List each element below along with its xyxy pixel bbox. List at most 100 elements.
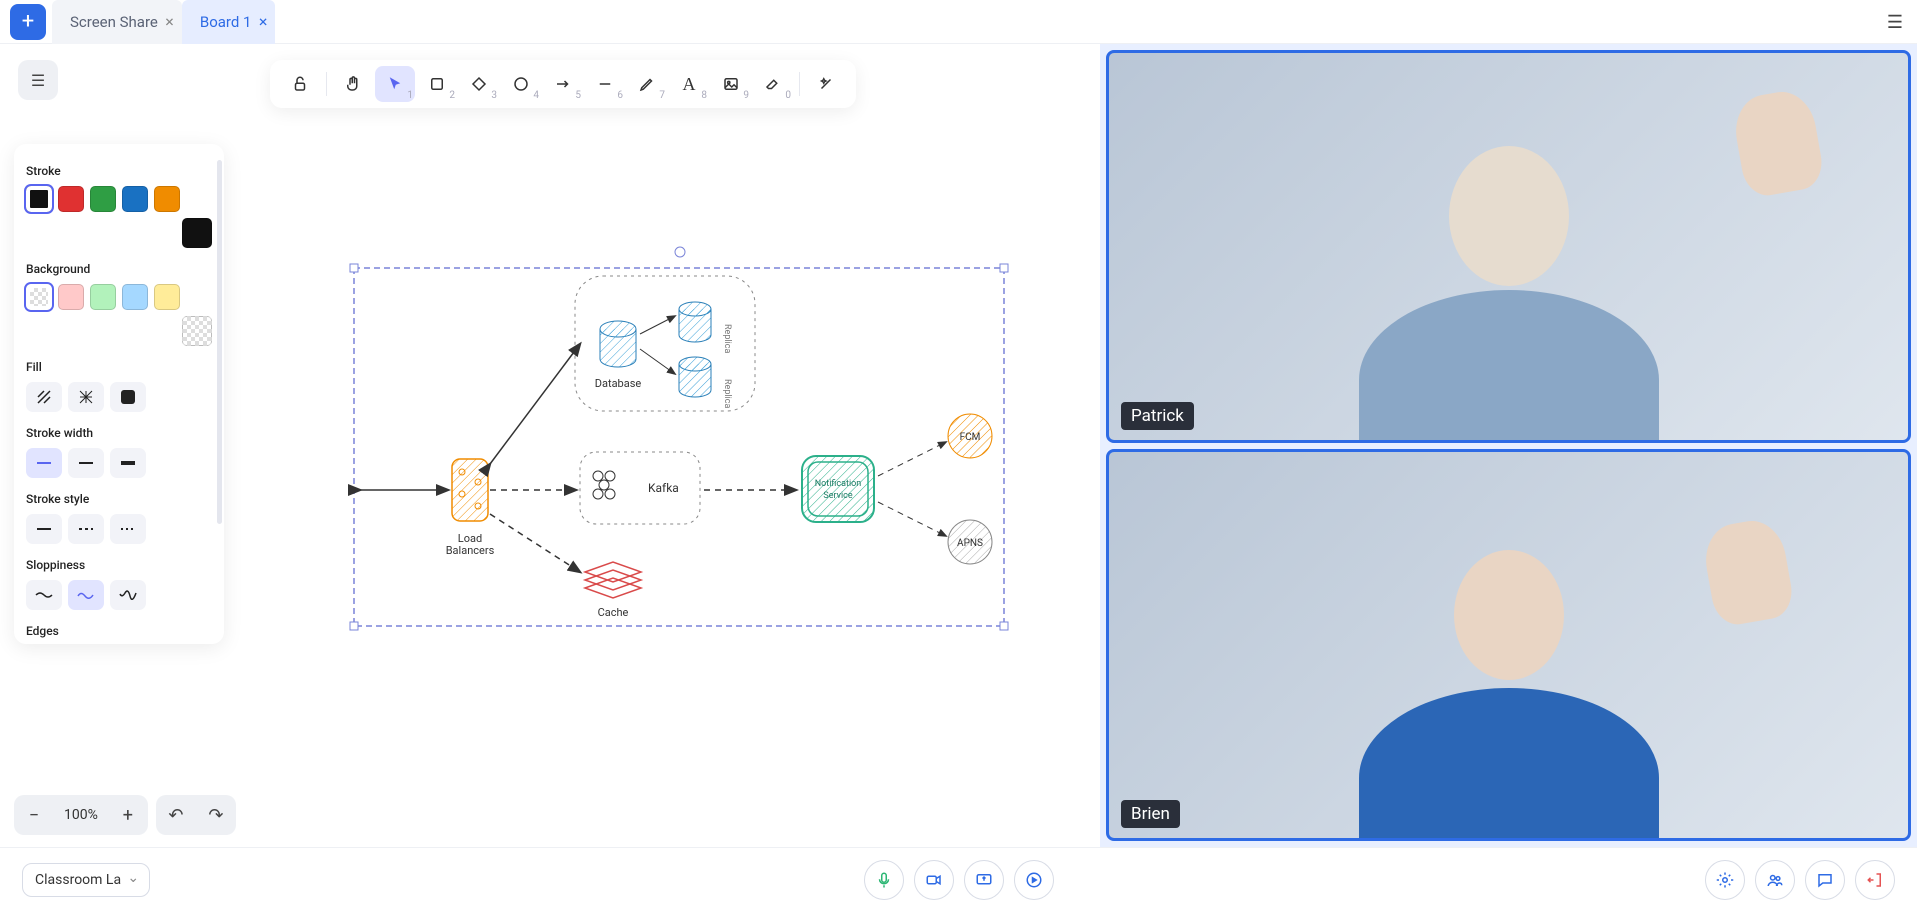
stroke-color-blue[interactable] xyxy=(122,186,148,212)
cross-icon xyxy=(78,389,94,405)
width-thin[interactable] xyxy=(26,448,62,478)
tool-eraser[interactable]: 0 xyxy=(753,66,793,102)
square-icon xyxy=(428,75,446,93)
hachure-icon xyxy=(36,389,52,405)
stroke-color-orange[interactable] xyxy=(154,186,180,212)
stroke-color-red[interactable] xyxy=(58,186,84,212)
slop-artist[interactable] xyxy=(68,580,104,610)
stroke-label: Stroke xyxy=(26,164,212,178)
close-icon[interactable]: × xyxy=(259,12,268,31)
tab-screen-share[interactable]: Screen Share × xyxy=(52,0,182,44)
fill-cross[interactable] xyxy=(68,382,104,412)
sloppiness-label: Sloppiness xyxy=(26,558,212,572)
canvas-menu-button[interactable]: ☰ xyxy=(18,60,58,100)
history-group: ↶ ↷ xyxy=(156,795,236,835)
divider xyxy=(326,72,327,96)
bg-yellow[interactable] xyxy=(154,284,180,310)
text-icon: A xyxy=(683,74,696,95)
fill-solid[interactable] xyxy=(110,382,146,412)
room-selector[interactable]: Classroom La xyxy=(22,863,150,897)
stroke-color-current[interactable] xyxy=(182,218,212,248)
bg-pink[interactable] xyxy=(58,284,84,310)
stroke-color-black[interactable] xyxy=(26,186,52,212)
tool-number: 9 xyxy=(743,90,749,101)
tool-image[interactable]: 9 xyxy=(711,66,751,102)
solid-line-icon xyxy=(37,528,51,530)
bg-blue[interactable] xyxy=(122,284,148,310)
tool-number: 5 xyxy=(575,90,581,101)
add-tab-button[interactable]: + xyxy=(10,4,46,40)
style-dotted[interactable] xyxy=(110,514,146,544)
solid-icon xyxy=(121,390,135,404)
participants-button[interactable] xyxy=(1755,860,1795,900)
leave-button[interactable] xyxy=(1855,860,1895,900)
app-menu-icon[interactable]: ☰ xyxy=(1887,12,1903,33)
room-label: Classroom La xyxy=(35,872,121,888)
tool-draw[interactable]: 7 xyxy=(627,66,667,102)
style-solid[interactable] xyxy=(26,514,62,544)
gear-icon xyxy=(1716,871,1734,889)
record-button[interactable] xyxy=(1014,860,1054,900)
background-color-row xyxy=(26,284,212,346)
tool-hand[interactable] xyxy=(333,66,373,102)
chat-button[interactable] xyxy=(1805,860,1845,900)
camera-button[interactable] xyxy=(914,860,954,900)
participant-name: Patrick xyxy=(1121,402,1194,430)
tool-ai[interactable] xyxy=(806,66,846,102)
canvas-area[interactable]: ☰ 1 2 3 4 5 6 7 A8 9 0 Stroke xyxy=(0,44,1100,847)
tool-number: 1 xyxy=(407,90,413,101)
bg-green[interactable] xyxy=(90,284,116,310)
mic-button[interactable] xyxy=(864,860,904,900)
video-tile-patrick[interactable]: Patrick xyxy=(1106,50,1911,443)
divider xyxy=(799,72,800,96)
tool-rectangle[interactable]: 2 xyxy=(417,66,457,102)
right-controls xyxy=(1705,860,1895,900)
close-icon[interactable]: × xyxy=(165,12,174,31)
fill-hachure[interactable] xyxy=(26,382,62,412)
main-area: ☰ 1 2 3 4 5 6 7 A8 9 0 Stroke xyxy=(0,44,1917,847)
bg-current[interactable] xyxy=(182,316,212,346)
svg-text:Replica: Replica xyxy=(722,324,732,353)
tool-arrow[interactable]: 5 xyxy=(543,66,583,102)
stroke-style-label: Stroke style xyxy=(26,492,212,506)
svg-text:Service: Service xyxy=(823,491,853,501)
tool-line[interactable]: 6 xyxy=(585,66,625,102)
tab-board-1[interactable]: Board 1 × xyxy=(182,0,276,44)
zoom-in-button[interactable]: + xyxy=(108,795,148,835)
stroke-color-green[interactable] xyxy=(90,186,116,212)
video-tile-brien[interactable]: Brien xyxy=(1106,449,1911,842)
slop-cartoonist[interactable] xyxy=(110,580,146,610)
leave-icon xyxy=(1866,871,1884,889)
participant-figure xyxy=(1109,452,1908,839)
settings-button[interactable] xyxy=(1705,860,1745,900)
edges-label: Edges xyxy=(26,624,212,638)
tool-number: 4 xyxy=(533,90,539,101)
width-thick[interactable] xyxy=(110,448,146,478)
tool-number: 7 xyxy=(659,90,665,101)
undo-button[interactable]: ↶ xyxy=(156,795,196,835)
redo-button[interactable]: ↷ xyxy=(196,795,236,835)
bottom-bar: Classroom La xyxy=(0,847,1917,911)
diagram-label: Load xyxy=(458,532,482,545)
chat-icon xyxy=(1816,871,1834,889)
style-dashed[interactable] xyxy=(68,514,104,544)
tool-ellipse[interactable]: 4 xyxy=(501,66,541,102)
zoom-level[interactable]: 100% xyxy=(54,807,108,823)
tool-diamond[interactable]: 3 xyxy=(459,66,499,102)
background-label: Background xyxy=(26,262,212,276)
tool-select[interactable]: 1 xyxy=(375,66,415,102)
screen-icon xyxy=(975,871,993,889)
slop-architect[interactable] xyxy=(26,580,62,610)
wave1-icon xyxy=(35,590,53,600)
screenshare-button[interactable] xyxy=(964,860,1004,900)
hand-icon xyxy=(344,75,362,93)
stroke-width-label: Stroke width xyxy=(26,426,212,440)
scrollbar[interactable] xyxy=(217,160,222,524)
bg-transparent[interactable] xyxy=(26,284,52,310)
width-medium[interactable] xyxy=(68,448,104,478)
pencil-icon xyxy=(638,75,656,93)
tool-text[interactable]: A8 xyxy=(669,66,709,102)
zoom-out-button[interactable]: − xyxy=(14,795,54,835)
tool-number: 8 xyxy=(701,90,707,101)
tool-lock[interactable] xyxy=(280,66,320,102)
